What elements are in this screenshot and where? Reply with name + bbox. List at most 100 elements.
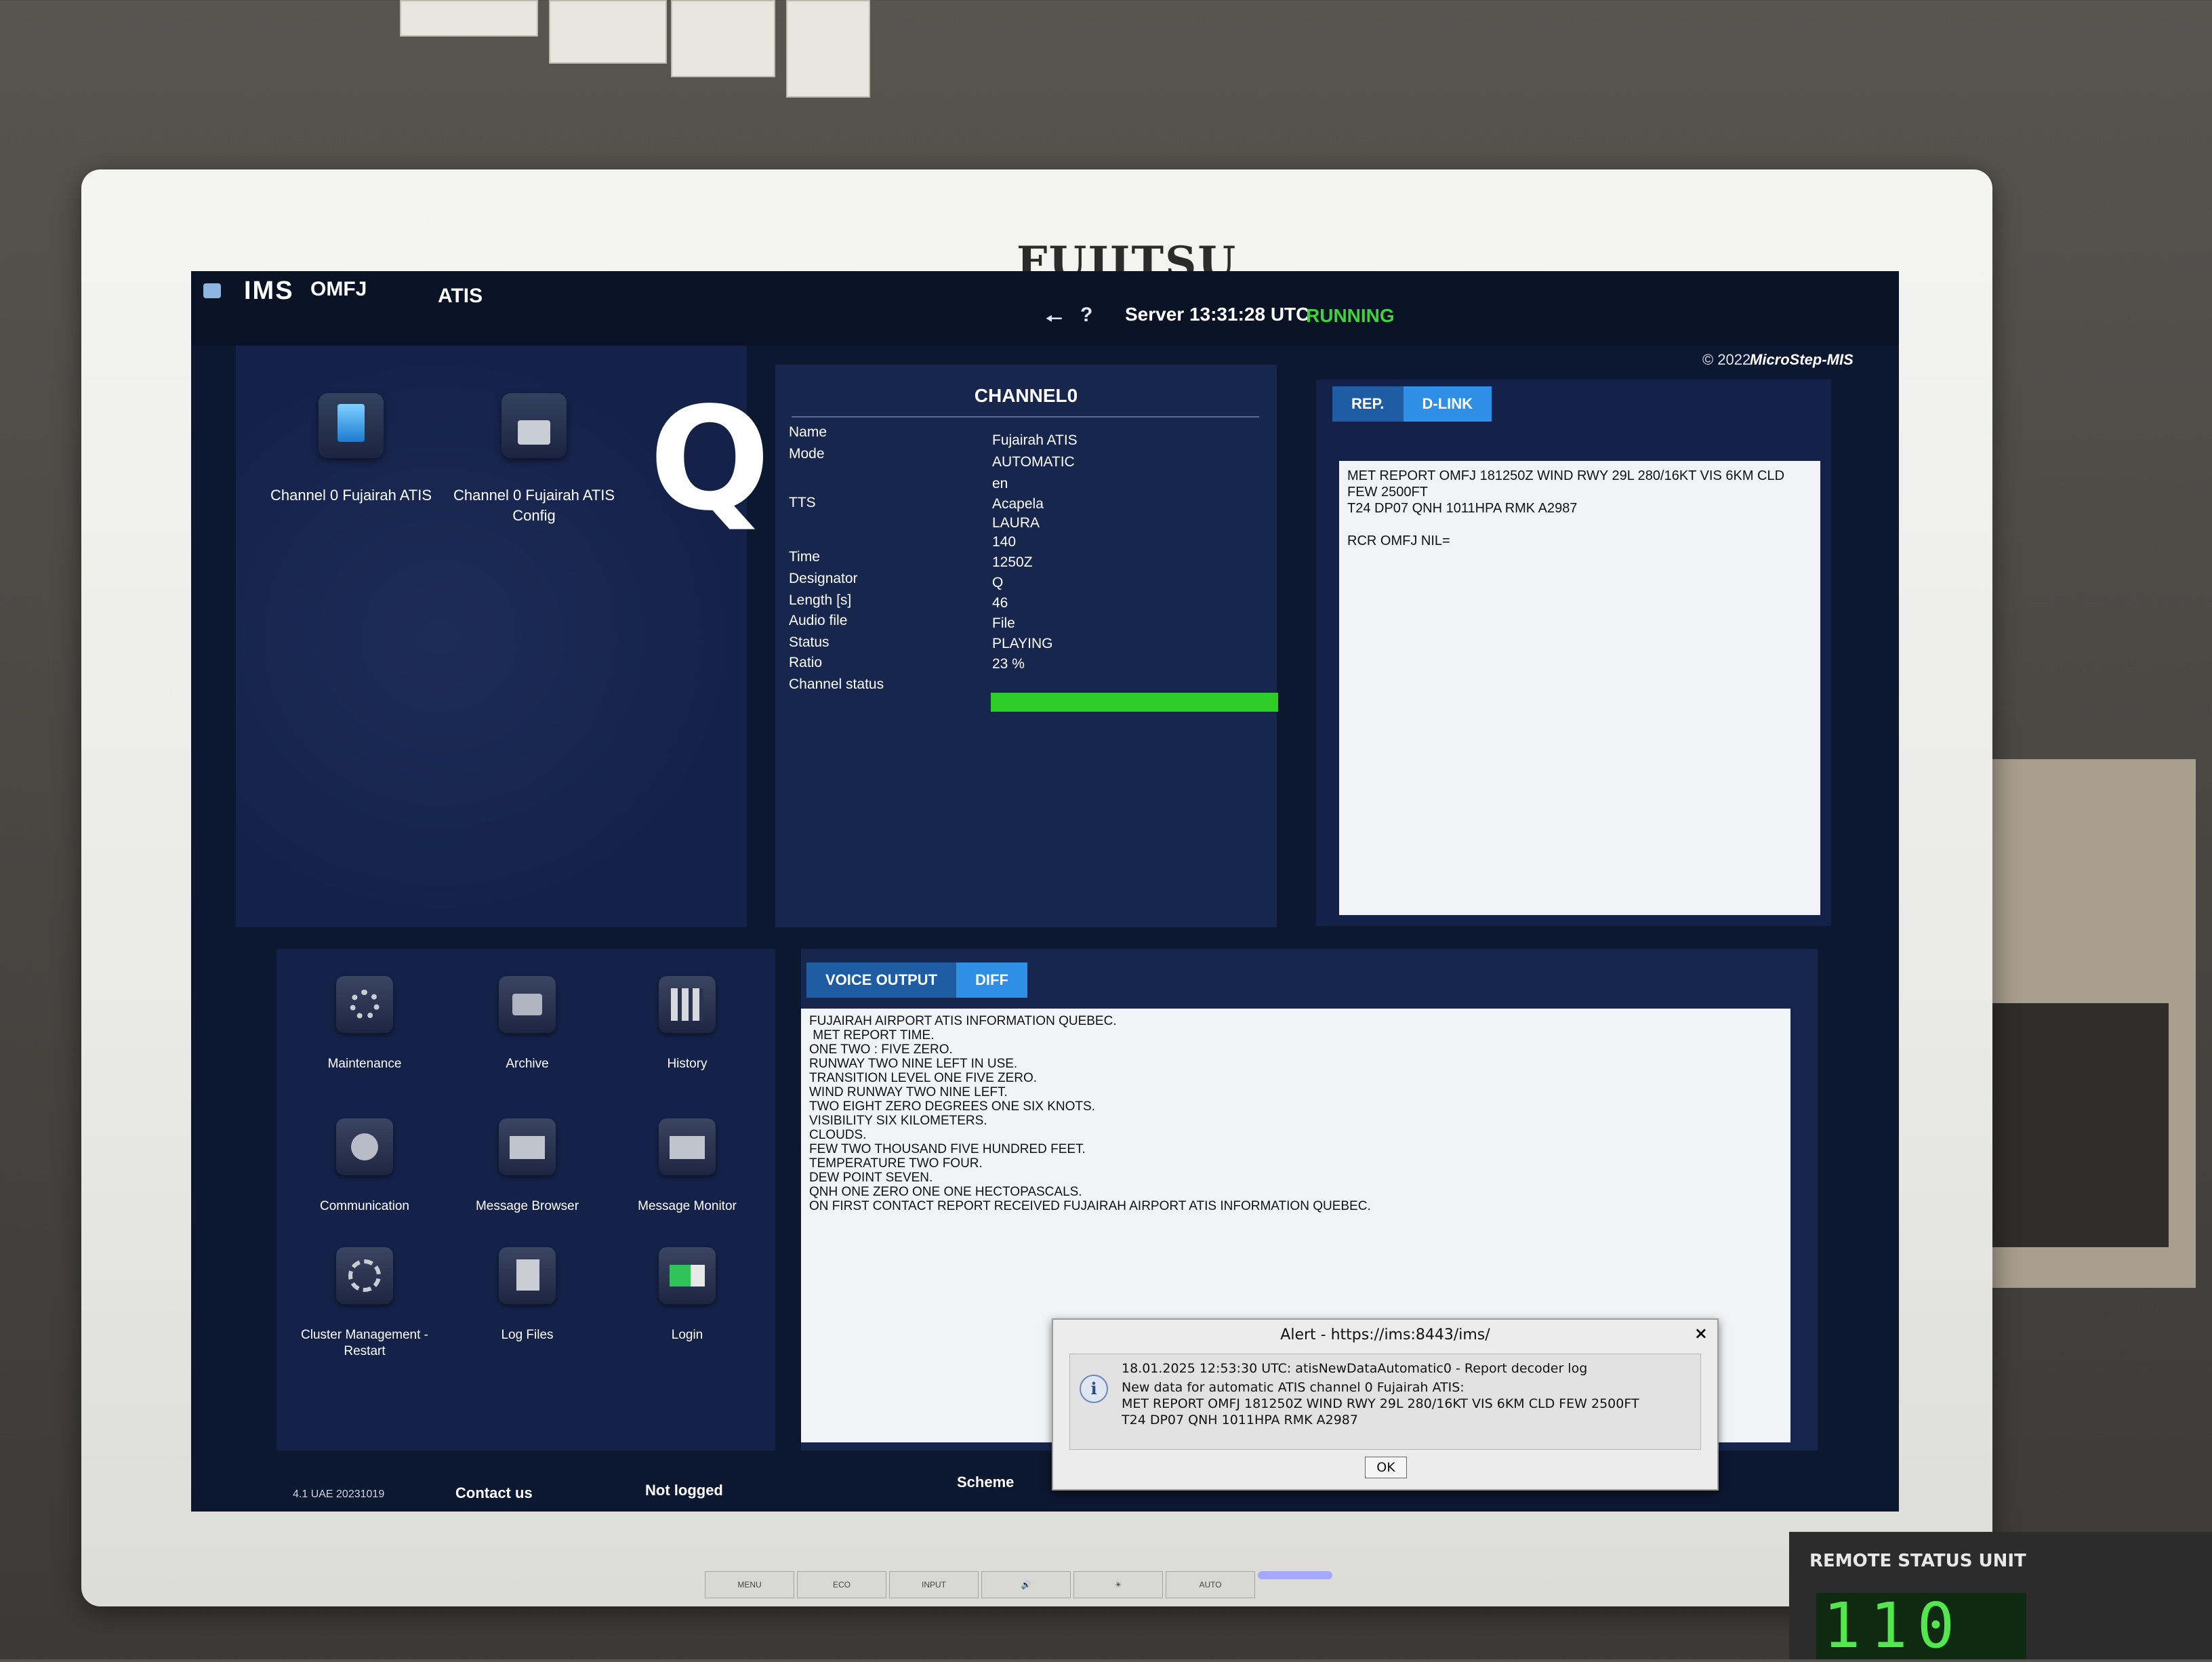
login-icon bbox=[659, 1247, 716, 1304]
field-value-tts-engine: Acapela bbox=[992, 496, 1044, 512]
field-label-tts: TTS bbox=[789, 495, 816, 510]
field-value-language: en bbox=[992, 476, 1008, 491]
field-label-name: Name bbox=[789, 424, 827, 440]
tool-login[interactable]: Login bbox=[613, 1247, 762, 1343]
report-panel: REP. D-LINK MET REPORT OMFJ 181250Z WIND… bbox=[1316, 380, 1831, 926]
tool-message-monitor[interactable]: Message Monitor bbox=[613, 1118, 762, 1215]
alert-line: New data for automatic ATIS channel 0 Fu… bbox=[1122, 1380, 1465, 1395]
vendor-logo: MicroStep-MIS bbox=[1750, 351, 1853, 368]
field-value-tts-speed: 140 bbox=[992, 534, 1017, 550]
scheme-button[interactable]: Scheme bbox=[957, 1474, 1014, 1491]
tab-d-link[interactable]: D-LINK bbox=[1403, 386, 1492, 422]
report-tabs: REP. D-LINK bbox=[1332, 386, 1492, 422]
field-value-ratio: 23 % bbox=[992, 656, 1025, 672]
server-status: RUNNING bbox=[1306, 305, 1395, 326]
module-name: ATIS bbox=[438, 285, 483, 307]
field-value-designator: Q bbox=[992, 575, 1004, 590]
remote-status-display: 110 bbox=[1816, 1593, 2026, 1659]
alert-body: i 18.01.2025 12:53:30 UTC: atisNewDataAu… bbox=[1069, 1354, 1701, 1450]
monitor-menu-button[interactable]: MENU bbox=[705, 1571, 794, 1598]
back-arrow-icon[interactable]: 🠔 bbox=[1045, 304, 1063, 338]
info-icon: i bbox=[1080, 1375, 1108, 1403]
app-name: IMS bbox=[244, 277, 294, 305]
report-text[interactable]: MET REPORT OMFJ 181250Z WIND RWY 29L 280… bbox=[1339, 461, 1820, 915]
tool-history[interactable]: History bbox=[613, 976, 762, 1072]
gear-icon bbox=[336, 976, 393, 1033]
monitor-auto-button[interactable]: AUTO bbox=[1166, 1571, 1255, 1598]
tool-communication[interactable]: Communication bbox=[290, 1118, 439, 1215]
help-icon[interactable]: ? bbox=[1080, 304, 1092, 327]
tool-label: Message Monitor bbox=[638, 1199, 737, 1213]
app-tile-atis-config[interactable]: Channel 0 Fujairah ATIS Config bbox=[453, 393, 615, 526]
monitor-buttons: MENU ECO INPUT 🔊 ☀ AUTO bbox=[705, 1571, 1332, 1598]
tool-label: Message Browser bbox=[475, 1199, 579, 1213]
alert-dialog: Alert - https://ims:8443/ims/ × i 18.01.… bbox=[1052, 1318, 1719, 1491]
alert-line: T24 DP07 QNH 1011HPA RMK A2987 bbox=[1122, 1413, 1358, 1427]
power-led-icon bbox=[1258, 1571, 1332, 1579]
alert-title: Alert - https://ims:8443/ims/ bbox=[1280, 1326, 1490, 1343]
alert-line: MET REPORT OMFJ 181250Z WIND RWY 29L 280… bbox=[1122, 1396, 1639, 1411]
close-icon[interactable]: × bbox=[1694, 1324, 1708, 1343]
cluster-icon bbox=[336, 1247, 393, 1304]
tool-label: Communication bbox=[320, 1199, 409, 1213]
tab-voice-output[interactable]: VOICE OUTPUT bbox=[806, 962, 957, 998]
top-bar: IMS OMFJ ATIS 🠔 ? Server 13:31:28 UTC RU… bbox=[191, 271, 1899, 346]
monitor-input-button[interactable]: INPUT bbox=[889, 1571, 979, 1598]
channel-title: CHANNEL0 bbox=[974, 385, 1078, 406]
tool-archive[interactable]: Archive bbox=[453, 976, 602, 1072]
copyright: © 2022 bbox=[1702, 351, 1751, 368]
divider bbox=[792, 416, 1259, 418]
monitor-volume-button[interactable]: 🔊 bbox=[981, 1571, 1071, 1598]
designator-badge: Q bbox=[649, 376, 771, 542]
tool-message-browser[interactable]: Message Browser bbox=[453, 1118, 602, 1215]
channel-panel: CHANNEL0 Name Fujairah ATIS Mode AUTOMAT… bbox=[775, 365, 1278, 927]
field-value-tts-voice: LAURA bbox=[992, 515, 1040, 531]
voice-tabs: VOICE OUTPUT DIFF bbox=[806, 962, 1027, 998]
tool-label: Maintenance bbox=[327, 1057, 402, 1071]
alert-line: 18.01.2025 12:53:30 UTC: atisNewDataAuto… bbox=[1122, 1361, 1588, 1376]
wall-paper bbox=[400, 0, 538, 37]
mail-icon bbox=[499, 1118, 556, 1175]
ok-button[interactable]: OK bbox=[1365, 1457, 1407, 1478]
channel-status-bar bbox=[991, 693, 1278, 712]
tool-label: Cluster Management - Restart bbox=[301, 1328, 428, 1358]
app-tile-label: Channel 0 Fujairah ATIS Config bbox=[453, 487, 615, 524]
contact-link[interactable]: Contact us bbox=[455, 1484, 533, 1502]
tab-diff[interactable]: DIFF bbox=[956, 962, 1027, 998]
tool-cluster-management[interactable]: Cluster Management - Restart bbox=[290, 1247, 439, 1360]
wall-paper bbox=[671, 0, 775, 77]
screen: IMS OMFJ ATIS 🠔 ? Server 13:31:28 UTC RU… bbox=[191, 271, 1899, 1512]
tool-label: Login bbox=[671, 1328, 703, 1342]
field-label-status: Status bbox=[789, 634, 830, 650]
tool-label: Archive bbox=[506, 1057, 549, 1071]
version-label: 4.1 UAE 20231019 bbox=[293, 1488, 385, 1500]
field-value-length: 46 bbox=[992, 595, 1008, 611]
app-tile-atis[interactable]: Channel 0 Fujairah ATIS bbox=[270, 393, 432, 506]
tool-maintenance[interactable]: Maintenance bbox=[290, 976, 439, 1072]
station-code: OMFJ bbox=[310, 278, 367, 300]
history-icon bbox=[659, 976, 716, 1033]
config-icon bbox=[501, 393, 567, 458]
tool-label: Log Files bbox=[501, 1328, 554, 1342]
communication-icon bbox=[336, 1118, 393, 1175]
field-label-length: Length [s] bbox=[789, 592, 852, 608]
monitor-eco-button[interactable]: ECO bbox=[797, 1571, 886, 1598]
monitor-brightness-button[interactable]: ☀ bbox=[1073, 1571, 1163, 1598]
field-label-time: Time bbox=[789, 549, 820, 565]
wall-paper bbox=[786, 0, 870, 98]
field-label-designator: Designator bbox=[789, 571, 858, 586]
app-logo-icon[interactable] bbox=[203, 283, 221, 298]
field-value-mode: AUTOMATIC bbox=[992, 454, 1075, 470]
tab-report[interactable]: REP. bbox=[1332, 386, 1404, 422]
channel-status-bar-fill bbox=[991, 693, 1278, 712]
remote-status-unit: REMOTE STATUS UNIT 110 bbox=[1789, 1532, 2212, 1659]
atis-icon bbox=[319, 393, 384, 458]
tool-log-files[interactable]: Log Files bbox=[453, 1247, 602, 1343]
wall-paper bbox=[549, 0, 667, 64]
field-label-audio-file: Audio file bbox=[789, 613, 848, 628]
tools-panel: Maintenance Archive History Communicatio… bbox=[276, 949, 775, 1451]
login-status[interactable]: Not logged bbox=[645, 1482, 723, 1499]
field-label-mode: Mode bbox=[789, 446, 825, 462]
server-time: Server 13:31:28 UTC bbox=[1125, 304, 1310, 325]
field-value-status: PLAYING bbox=[992, 636, 1053, 651]
